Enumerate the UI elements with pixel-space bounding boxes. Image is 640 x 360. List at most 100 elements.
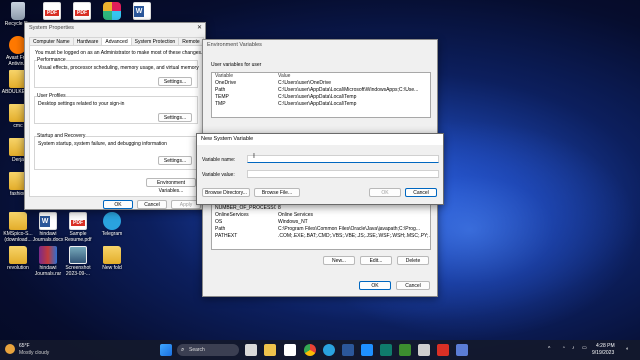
startup-recovery-settings-button[interactable]: Settings...	[158, 156, 192, 165]
weather-icon[interactable]	[5, 344, 15, 354]
chevron-up-icon[interactable]: ^	[548, 346, 550, 352]
desktop-icon-label: Telegram	[101, 231, 123, 237]
new-variable-ok-button[interactable]: OK	[369, 188, 401, 197]
desktop-icon[interactable]: New fold	[94, 246, 130, 271]
variable-name-cell: TEMP	[215, 94, 229, 100]
system-properties-cancel-button[interactable]: Cancel	[137, 200, 167, 209]
environment-ok-button[interactable]: OK	[359, 281, 391, 290]
taskbar-search-box[interactable]: ⌕ Search	[177, 344, 239, 356]
system-properties-title: System Properties	[29, 25, 74, 31]
tele-icon	[103, 212, 121, 230]
start-button-icon[interactable]	[160, 344, 172, 356]
performance-desc: Visual effects, processor scheduling, me…	[38, 65, 199, 71]
excel-icon[interactable]	[399, 344, 411, 356]
variable-value-cell: C:\Users\user\AppData\Local\Microsoft\Wi…	[278, 87, 419, 93]
text-cursor-icon: I	[253, 153, 255, 160]
settings-gear-icon[interactable]	[418, 344, 430, 356]
folder-icon	[9, 246, 27, 264]
speaker-icon[interactable]: ♪	[572, 345, 575, 351]
environment-variables-title: Environment Variables	[207, 42, 262, 48]
variable-value-label: Variable value:	[202, 172, 235, 178]
browse-directory-button[interactable]: Browse Directory...	[202, 188, 250, 197]
table-row[interactable]: OneDrive C:\Users\user\OneDrive	[212, 80, 430, 87]
edge-icon[interactable]	[361, 344, 373, 356]
telegram-icon[interactable]	[323, 344, 335, 356]
folder-icon	[9, 212, 27, 230]
user-variables-label: User variables for user	[211, 62, 262, 68]
variable-name-cell: NUMBER_OF_PROCESSORS	[215, 205, 276, 211]
photo-icon	[69, 246, 87, 264]
clock-date[interactable]: 9/19/2023	[592, 350, 614, 356]
system-properties-titlebar[interactable]: System Properties ✕	[25, 23, 205, 34]
desktop-icon[interactable]: Telegram	[94, 212, 130, 237]
variable-name-cell: Path	[215, 226, 226, 232]
table-row[interactable]: PATHEXT .COM;.EXE;.BAT;.CMD;.VBS;.VBE;.JS…	[212, 233, 430, 240]
desktop-icon[interactable]: Sample Resume.pdf	[60, 212, 96, 243]
user-profiles-settings-button[interactable]: Settings...	[158, 113, 192, 122]
pdf-icon	[43, 2, 61, 20]
environment-variables-titlebar[interactable]: Environment Variables	[203, 40, 437, 51]
search-placeholder: Search	[189, 347, 205, 353]
variable-name-input[interactable]	[247, 155, 439, 163]
slack-icon	[103, 2, 121, 20]
folder-icon	[103, 246, 121, 264]
word-icon	[133, 2, 151, 20]
control-panel-icon[interactable]	[456, 344, 468, 356]
pdf-icon	[69, 212, 87, 230]
variable-value-input[interactable]	[247, 170, 439, 178]
system-properties-ok-button[interactable]: OK	[103, 200, 133, 209]
chrome-icon[interactable]	[304, 344, 316, 356]
task-view-icon[interactable]	[245, 344, 257, 356]
table-row[interactable]: NUMBER_OF_PROCESSORS8	[212, 205, 430, 212]
app-icon[interactable]	[380, 344, 392, 356]
variable-name-cell: PATHEXT	[215, 233, 238, 239]
taskbar: 65°F Mostly cloudy ⌕ Search ^ ◔ ♪ ▭ 4:28…	[0, 340, 640, 360]
clock-time[interactable]: 4:28 PM	[596, 343, 615, 349]
system-delete-button[interactable]: Delete	[397, 256, 429, 265]
column-variable: Variable	[215, 73, 233, 79]
system-variables-list[interactable]: NUMBER_OF_PROCESSORS8OnlineServicesOnlin…	[211, 204, 431, 250]
environment-cancel-button[interactable]: Cancel	[396, 281, 430, 290]
table-row[interactable]: Path C:\Users\user\AppData\Local\Microsof…	[212, 87, 430, 94]
environment-variables-button[interactable]: Environment Variables...	[146, 178, 196, 194]
performance-settings-button[interactable]: Settings...	[158, 77, 192, 86]
table-row[interactable]: OS Windows_NT	[212, 219, 430, 226]
search-icon: ⌕	[181, 347, 185, 353]
weather-temperature[interactable]: 65°F	[19, 343, 30, 349]
battery-icon[interactable]: ▭	[582, 345, 587, 351]
file-explorer-icon[interactable]	[264, 344, 276, 356]
admin-note: You must be logged on as an Administrato…	[35, 50, 203, 56]
variable-name-cell: OnlineServices	[215, 212, 249, 218]
system-new-button[interactable]: New...	[323, 256, 355, 265]
user-variables-list[interactable]: Variable Value OneDrive C:\Users\user\One…	[211, 72, 431, 118]
desktop-icon[interactable]	[124, 2, 160, 21]
variable-value-cell: C:\Users\user\AppData\Local\Temp	[278, 101, 357, 107]
word-icon[interactable]	[342, 344, 354, 356]
variable-name-cell: TMP	[215, 101, 226, 107]
desktop-icon[interactable]: Screenshot 2023-09-...	[60, 246, 96, 277]
close-icon[interactable]: ✕	[197, 23, 202, 34]
table-row[interactable]: TMP C:\Users\user\AppData\Local\Temp	[212, 101, 430, 108]
table-row[interactable]: Path C:\Program Files\Common Files\Oracle…	[212, 226, 430, 233]
wifi-icon[interactable]: ◔	[562, 345, 565, 351]
rar-icon	[39, 246, 57, 264]
user-variables-header: Variable Value	[212, 73, 430, 80]
variable-name-cell: Path	[215, 87, 226, 93]
acrobat-icon[interactable]	[437, 344, 449, 356]
notification-bell-icon[interactable]: ◐	[626, 346, 629, 352]
new-variable-cancel-button[interactable]: Cancel	[405, 188, 437, 197]
desktop-icon-label: Screenshot 2023-09-...	[65, 265, 91, 277]
desktop-icon-label: New fold	[102, 265, 122, 271]
table-row[interactable]: TEMP C:\Users\user\AppData\Local\Temp	[212, 94, 430, 101]
table-row[interactable]: OnlineServices Online Services	[212, 212, 430, 219]
system-properties-window: System Properties ✕ Computer Name Hardwa…	[24, 22, 206, 210]
new-system-variable-titlebar[interactable]: New System Variable	[197, 134, 443, 145]
startup-recovery-title: Startup and Recovery	[37, 133, 86, 139]
system-edit-button[interactable]: Edit...	[360, 256, 392, 265]
browse-file-button[interactable]: Browse File...	[254, 188, 300, 197]
variable-name-cell: OneDrive	[215, 80, 237, 86]
performance-title: Performance	[37, 57, 66, 63]
variable-value-cell: Online Services	[278, 212, 314, 218]
store-icon[interactable]	[284, 344, 296, 356]
pdf-icon	[73, 2, 91, 20]
